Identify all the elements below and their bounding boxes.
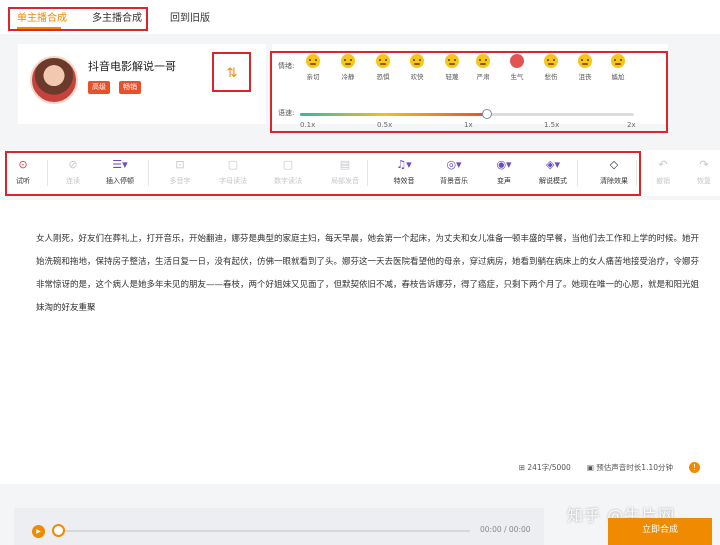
level-badge: 高级 <box>88 81 110 94</box>
tool-label: 撤销 <box>656 177 670 185</box>
tts-editor-page: 单主播合成 多主播合成 回到旧版 抖音电影解说一哥 高级 畅销 情绪: 亲切 冷静… <box>0 0 720 545</box>
word-count: 241字/5000 <box>527 463 571 472</box>
avatar <box>30 56 78 104</box>
anchor-name: 抖音电影解说一哥 <box>88 60 176 73</box>
clock-icon: ▣ <box>586 463 594 472</box>
highlight-box-emotion <box>270 51 668 133</box>
estimated-duration: 预估声音时长1.10分钟 <box>596 463 673 472</box>
playback-time: 00:00 / 00:00 <box>480 525 531 534</box>
text-editor[interactable]: 女人刚死，好友们在葬礼上，打开音乐，开始翻迪，娜芬是典型的家庭主妇，每天早晨，她… <box>0 200 720 484</box>
editor-content[interactable]: 女人刚死，好友们在葬礼上，打开音乐，开始翻迪，娜芬是典型的家庭主妇，每天早晨，她… <box>36 228 700 320</box>
editor-footer: ⊞ 241字/5000 ▣ 预估声音时长1.10分钟 ! <box>519 462 700 473</box>
undo-icon: ↶ <box>658 158 668 171</box>
progress-bar[interactable] <box>58 530 470 532</box>
word-count-wrap: ⊞ 241字/5000 <box>519 462 571 473</box>
tool-redo[interactable]: ↷ 恢复 <box>682 158 720 186</box>
highlight-box-swap <box>212 52 251 92</box>
tool-undo[interactable]: ↶ 撤销 <box>641 158 685 186</box>
play-icon[interactable]: ▶ <box>32 525 45 538</box>
tool-label: 恢复 <box>697 177 711 185</box>
audio-player: ▶ 00:00 / 00:00 <box>14 508 544 545</box>
duration-wrap: ▣ 预估声音时长1.10分钟 <box>587 462 673 473</box>
redo-icon: ↷ <box>699 158 709 171</box>
highlight-box-toolbar <box>5 151 641 196</box>
progress-handle[interactable] <box>52 524 65 537</box>
tab-old-version[interactable]: 回到旧版 <box>170 9 210 24</box>
bestseller-badge: 畅销 <box>119 81 141 94</box>
text-length-icon: ⊞ <box>518 463 525 472</box>
info-icon[interactable]: ! <box>689 462 700 473</box>
synthesize-button[interactable]: 立即合成 <box>608 518 712 545</box>
highlight-box-tabs <box>8 7 148 31</box>
